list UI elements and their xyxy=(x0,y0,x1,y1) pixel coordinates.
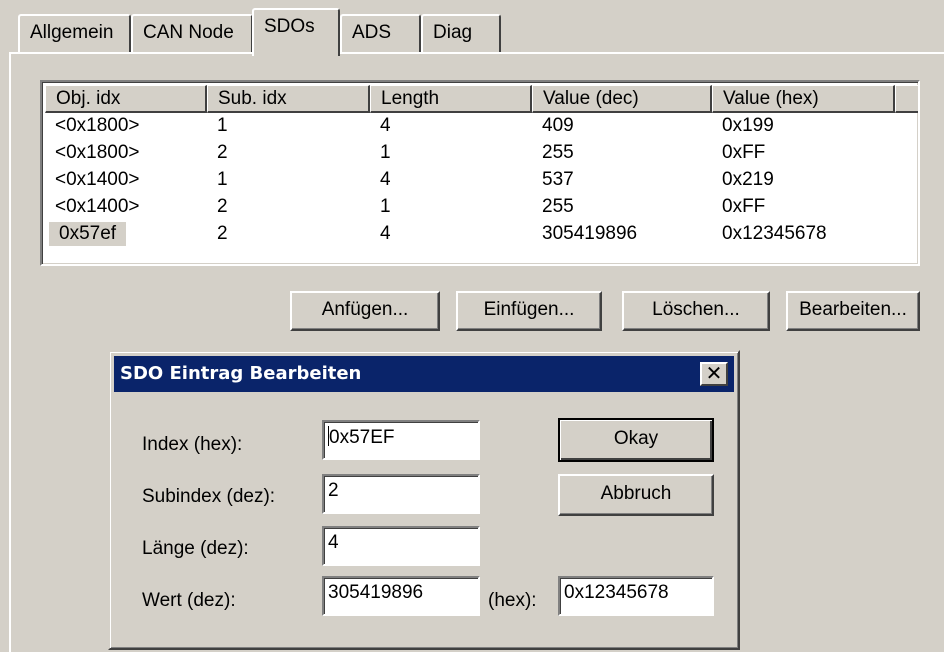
tab-can-node[interactable]: CAN Node xyxy=(131,14,253,52)
length-label: Länge (dez): xyxy=(142,538,249,559)
cell-length: 1 xyxy=(380,142,391,163)
column-header-length[interactable]: Length xyxy=(370,85,532,113)
column-header-sub-idx[interactable]: Sub. idx xyxy=(207,85,370,113)
column-header-empty[interactable] xyxy=(895,85,918,113)
index-field[interactable]: 0x57EF xyxy=(322,420,480,460)
okay-button[interactable]: Okay xyxy=(558,418,714,462)
index-value: 0x57EF xyxy=(329,427,395,448)
cell-value-hex: 0x219 xyxy=(722,169,774,190)
value-dec-field[interactable]: 305419896 xyxy=(322,576,480,616)
length-field[interactable]: 4 xyxy=(322,526,480,566)
list-header: Obj. idx Sub. idx Length Value (dec) Val… xyxy=(45,85,918,113)
cell-obj-idx: <0x1400> xyxy=(55,196,140,217)
cell-value-hex: 0xFF xyxy=(722,142,766,163)
edit-button[interactable]: Bearbeiten... xyxy=(786,291,920,331)
cell-obj-idx: 0x57ef xyxy=(45,221,207,248)
cell-sub-idx: 1 xyxy=(217,115,228,136)
cell-value-hex: 0xFF xyxy=(722,196,766,217)
table-row[interactable]: <0x1400> 1 4 537 0x219 xyxy=(45,167,895,194)
cell-sub-idx: 2 xyxy=(217,142,228,163)
value-hex-label: (hex): xyxy=(488,590,537,611)
dialog-title: SDO Eintrag Bearbeiten xyxy=(120,363,362,384)
cell-length: 4 xyxy=(380,115,391,136)
cell-value-hex: 0x12345678 xyxy=(722,223,827,244)
tab-allgemein[interactable]: Allgemein xyxy=(18,14,131,52)
table-row-selected[interactable]: 0x57ef 2 4 305419896 0x12345678 xyxy=(45,221,895,248)
cell-value-dec: 255 xyxy=(542,142,574,163)
cell-length: 4 xyxy=(380,169,391,190)
selected-cell-highlight: 0x57ef xyxy=(49,222,127,246)
append-button[interactable]: Anfügen... xyxy=(290,291,440,331)
dialog-titlebar[interactable]: SDO Eintrag Bearbeiten ✕ xyxy=(114,356,734,392)
cancel-button[interactable]: Abbruch xyxy=(558,474,714,516)
cell-obj-idx: <0x1400> xyxy=(55,169,140,190)
column-header-obj-idx[interactable]: Obj. idx xyxy=(45,85,207,113)
cell-length: 1 xyxy=(380,196,391,217)
cell-sub-idx: 1 xyxy=(217,169,228,190)
delete-button[interactable]: Löschen... xyxy=(622,291,770,331)
sdo-edit-dialog: SDO Eintrag Bearbeiten ✕ Index (hex): 0x… xyxy=(108,350,740,650)
value-dec-label: Wert (dez): xyxy=(142,590,236,611)
value-hex-field[interactable]: 0x12345678 xyxy=(558,576,714,616)
table-row[interactable]: <0x1800> 2 1 255 0xFF xyxy=(45,140,895,167)
close-icon[interactable]: ✕ xyxy=(700,362,728,386)
cell-value-dec: 305419896 xyxy=(542,223,638,244)
tab-ads[interactable]: ADS xyxy=(340,14,421,52)
cell-obj-idx: <0x1800> xyxy=(55,142,140,163)
cell-length: 4 xyxy=(380,223,391,244)
index-label: Index (hex): xyxy=(142,434,243,455)
table-row[interactable]: <0x1400> 2 1 255 0xFF xyxy=(45,194,895,221)
cell-sub-idx: 2 xyxy=(217,223,228,244)
cell-value-hex: 0x199 xyxy=(722,115,774,136)
cell-obj-idx: <0x1800> xyxy=(55,115,140,136)
column-header-value-hex[interactable]: Value (hex) xyxy=(712,85,895,113)
tab-diag[interactable]: Diag xyxy=(421,14,501,52)
cell-value-dec: 255 xyxy=(542,196,574,217)
subindex-label: Subindex (dez): xyxy=(142,486,276,507)
cell-value-dec: 409 xyxy=(542,115,574,136)
cell-value-dec: 537 xyxy=(542,169,574,190)
column-header-value-dec[interactable]: Value (dec) xyxy=(532,85,712,113)
cell-sub-idx: 2 xyxy=(217,196,228,217)
sdo-list[interactable]: Obj. idx Sub. idx Length Value (dec) Val… xyxy=(40,80,920,266)
insert-button[interactable]: Einfügen... xyxy=(456,291,602,331)
table-row[interactable]: <0x1800> 1 4 409 0x199 xyxy=(45,113,895,140)
tab-sdos[interactable]: SDOs xyxy=(252,8,340,56)
subindex-field[interactable]: 2 xyxy=(322,474,480,514)
